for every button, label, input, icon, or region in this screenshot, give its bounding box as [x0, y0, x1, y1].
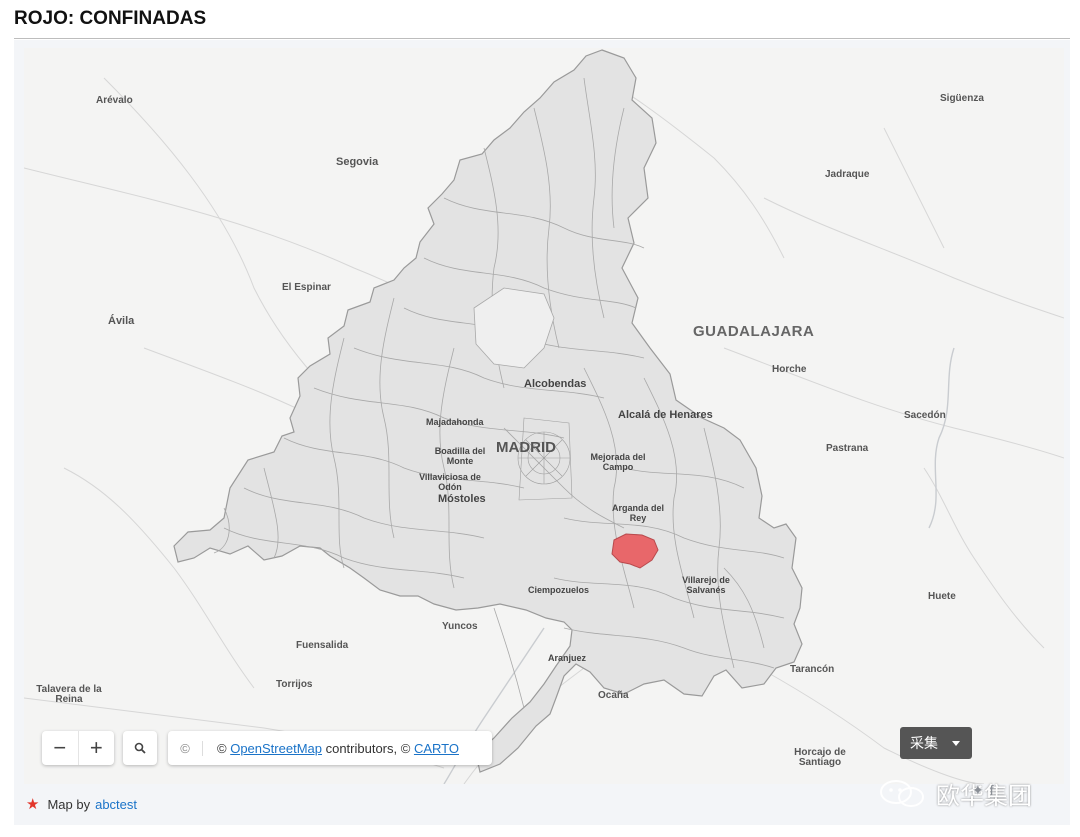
- attribution-mid: contributors, ©: [321, 740, 414, 756]
- social-icons: ✦f: [972, 782, 1000, 799]
- collect-label: 采集: [910, 735, 938, 751]
- label-jadraque: Jadraque: [825, 169, 870, 180]
- label-ocana: Ocaña: [598, 690, 629, 701]
- zoom-controls: − +: [42, 731, 114, 765]
- label-siguenza: Sigüenza: [940, 93, 984, 104]
- attribution-text: © OpenStreetMap contributors, © CARTO: [203, 741, 459, 756]
- label-arevalo: Arévalo: [96, 95, 133, 106]
- zoom-in-button[interactable]: +: [79, 731, 115, 765]
- label-horcajo: Horcajo de Santiago: [794, 747, 846, 768]
- label-boadilla: Boadilla del Monte: [434, 446, 486, 466]
- label-pastrana: Pastrana: [826, 443, 869, 454]
- facebook-icon[interactable]: f: [990, 782, 1000, 798]
- label-madrid: MADRID: [496, 439, 556, 456]
- label-ciempozuelos: Ciempozuelos: [528, 585, 590, 595]
- zoom-out-button[interactable]: −: [42, 731, 79, 765]
- label-mejorada: Mejorada del Campo: [590, 452, 646, 472]
- attribution-box: © © OpenStreetMap contributors, © CARTO: [168, 731, 492, 765]
- map-canvas[interactable]: Arévalo Sigüenza Segovia Jadraque El Esp…: [24, 48, 1064, 784]
- watermark: 欧华集团: [878, 776, 1032, 811]
- label-villaviciosa: Villaviciosa de Odón: [419, 472, 481, 492]
- label-avila: Ávila: [108, 315, 135, 327]
- search-icon: [134, 742, 146, 754]
- label-segovia: Segovia: [336, 156, 379, 168]
- label-yuncos: Yuncos: [442, 621, 478, 632]
- caret-down-icon: [952, 740, 960, 746]
- label-torrijos: Torrijos: [276, 679, 313, 690]
- search-button[interactable]: [123, 731, 157, 765]
- credit-prefix: Map by: [47, 796, 91, 812]
- label-majadahonda: Majadahonda: [426, 417, 484, 427]
- label-alcobendas: Alcobendas: [524, 378, 587, 390]
- map-credit: ★ Map by abctest: [26, 795, 137, 813]
- label-aranjuez: Aranjuez: [548, 653, 587, 663]
- label-arganda: Arganda del Rey: [611, 503, 664, 523]
- wechat-icon: [880, 779, 924, 807]
- label-alcala: Alcalá de Henares: [618, 409, 713, 421]
- carto-link[interactable]: CARTO: [414, 741, 459, 756]
- label-fuensalida: Fuensalida: [296, 640, 349, 651]
- label-tarancon: Tarancón: [790, 664, 835, 675]
- osm-link[interactable]: OpenStreetMap: [230, 741, 322, 756]
- label-horche: Horche: [772, 364, 807, 375]
- label-talavera: Talavera de la Reina: [36, 684, 102, 705]
- attribution-prefix: ©: [217, 740, 231, 756]
- label-sacedon: Sacedón: [904, 410, 946, 421]
- credit-link[interactable]: abctest: [95, 797, 137, 812]
- attribution-toggle[interactable]: ©: [168, 740, 203, 756]
- label-mostoles: Móstoles: [438, 493, 486, 505]
- collect-dropdown-button[interactable]: 采集: [900, 727, 972, 759]
- page-title: ROJO: CONFINADAS: [14, 8, 207, 29]
- label-guadalajara: GUADALAJARA: [693, 323, 815, 340]
- twitter-icon[interactable]: ✦: [972, 782, 990, 798]
- star-icon: ★: [26, 796, 40, 813]
- label-huete: Huete: [928, 591, 956, 602]
- label-el-espinar: El Espinar: [282, 282, 331, 293]
- label-villarejo: Villarejo de Salvanés: [682, 575, 730, 595]
- title-divider: [14, 38, 1070, 39]
